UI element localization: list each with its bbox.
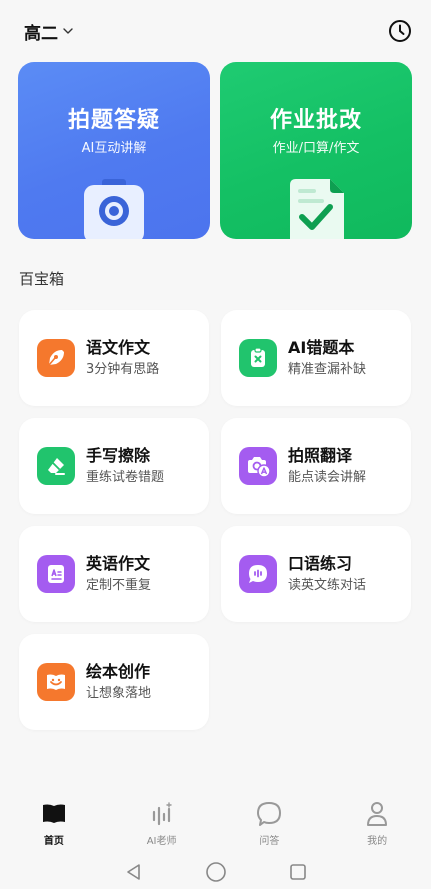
- tool-name: 英语作文: [86, 553, 151, 573]
- tab-profile[interactable]: 我的: [323, 800, 431, 856]
- document-check-icon: [290, 179, 344, 239]
- english-doc-icon: [37, 555, 75, 593]
- picture-book-icon: [37, 663, 75, 701]
- nav-label: 我的: [367, 836, 388, 847]
- grade-selector[interactable]: 高二: [24, 19, 74, 44]
- eraser-icon: [37, 447, 75, 485]
- tool-name: 拍照翻译: [288, 445, 353, 465]
- grade-label: 高二: [24, 23, 58, 44]
- tool-desc: 能点读会讲解: [288, 469, 367, 485]
- bottom-nav: 首页 AI老师 问答 我的: [0, 800, 431, 856]
- photo-qa-title: 拍题答疑: [67, 108, 160, 133]
- toolbox-title: 百宝箱: [19, 270, 65, 288]
- tool-name: 语文作文: [86, 337, 151, 357]
- tool-speaking-practice[interactable]: 口语练习 读英文练对话: [221, 526, 411, 622]
- recents-icon[interactable]: [286, 860, 310, 884]
- ai-teacher-icon: [148, 800, 176, 828]
- tab-qa[interactable]: 问答: [216, 800, 324, 856]
- system-navigation-bar: [0, 858, 431, 886]
- back-icon[interactable]: [122, 860, 146, 884]
- tool-desc: 3分钟有思路: [86, 361, 160, 377]
- tab-ai-teacher[interactable]: AI老师: [108, 800, 216, 856]
- nav-label: AI老师: [146, 836, 177, 847]
- tool-name: 绘本创作: [86, 661, 151, 681]
- clock-icon: [389, 20, 411, 42]
- book-icon: [40, 800, 68, 828]
- camera-translate-icon: [239, 447, 277, 485]
- header: 高二: [24, 14, 413, 48]
- tool-picture-book[interactable]: 绘本创作 让想象落地: [19, 634, 209, 730]
- error-book-icon: [239, 339, 277, 377]
- chevron-down-icon: [63, 28, 73, 34]
- homework-check-card[interactable]: 作业批改 作业/口算/作文: [220, 62, 412, 239]
- tool-desc: 重练试卷错题: [86, 469, 165, 485]
- nav-label: 首页: [43, 836, 64, 847]
- homework-check-title: 作业批改: [269, 108, 362, 133]
- tool-photo-translate[interactable]: 拍照翻译 能点读会讲解: [221, 418, 411, 514]
- pen-nib-icon: [37, 339, 75, 377]
- app-screen: 高二 拍题答疑 AI互动讲解 作业批改 作业/口算/作文 百宝箱 语文作文 3分…: [0, 0, 431, 889]
- photo-qa-card[interactable]: 拍题答疑 AI互动讲解: [18, 62, 210, 239]
- camera-icon: [84, 179, 144, 239]
- homework-check-subtitle: 作业/口算/作文: [272, 141, 360, 156]
- photo-qa-subtitle: AI互动讲解: [81, 141, 147, 156]
- tab-home[interactable]: 首页: [0, 800, 108, 856]
- tool-desc: 精准查漏补缺: [288, 361, 367, 377]
- home-icon[interactable]: [204, 860, 228, 884]
- tool-desc: 定制不重复: [86, 577, 152, 593]
- tool-name: 口语练习: [288, 553, 353, 573]
- tool-desc: 读英文练对话: [288, 577, 367, 593]
- tool-name: AI错题本: [288, 337, 355, 357]
- tool-desc: 让想象落地: [86, 685, 152, 701]
- history-button[interactable]: [387, 18, 413, 44]
- tool-name: 手写擦除: [86, 445, 151, 465]
- tool-english-essay[interactable]: 英语作文 定制不重复: [19, 526, 209, 622]
- person-icon: [363, 800, 391, 828]
- chat-bubble-icon: [255, 800, 283, 828]
- tool-handwriting-erase[interactable]: 手写擦除 重练试卷错题: [19, 418, 209, 514]
- speech-icon: [239, 555, 277, 593]
- nav-label: 问答: [259, 836, 280, 847]
- tool-chinese-essay[interactable]: 语文作文 3分钟有思路: [19, 310, 209, 406]
- tool-ai-error-book[interactable]: AI错题本 精准查漏补缺: [221, 310, 411, 406]
